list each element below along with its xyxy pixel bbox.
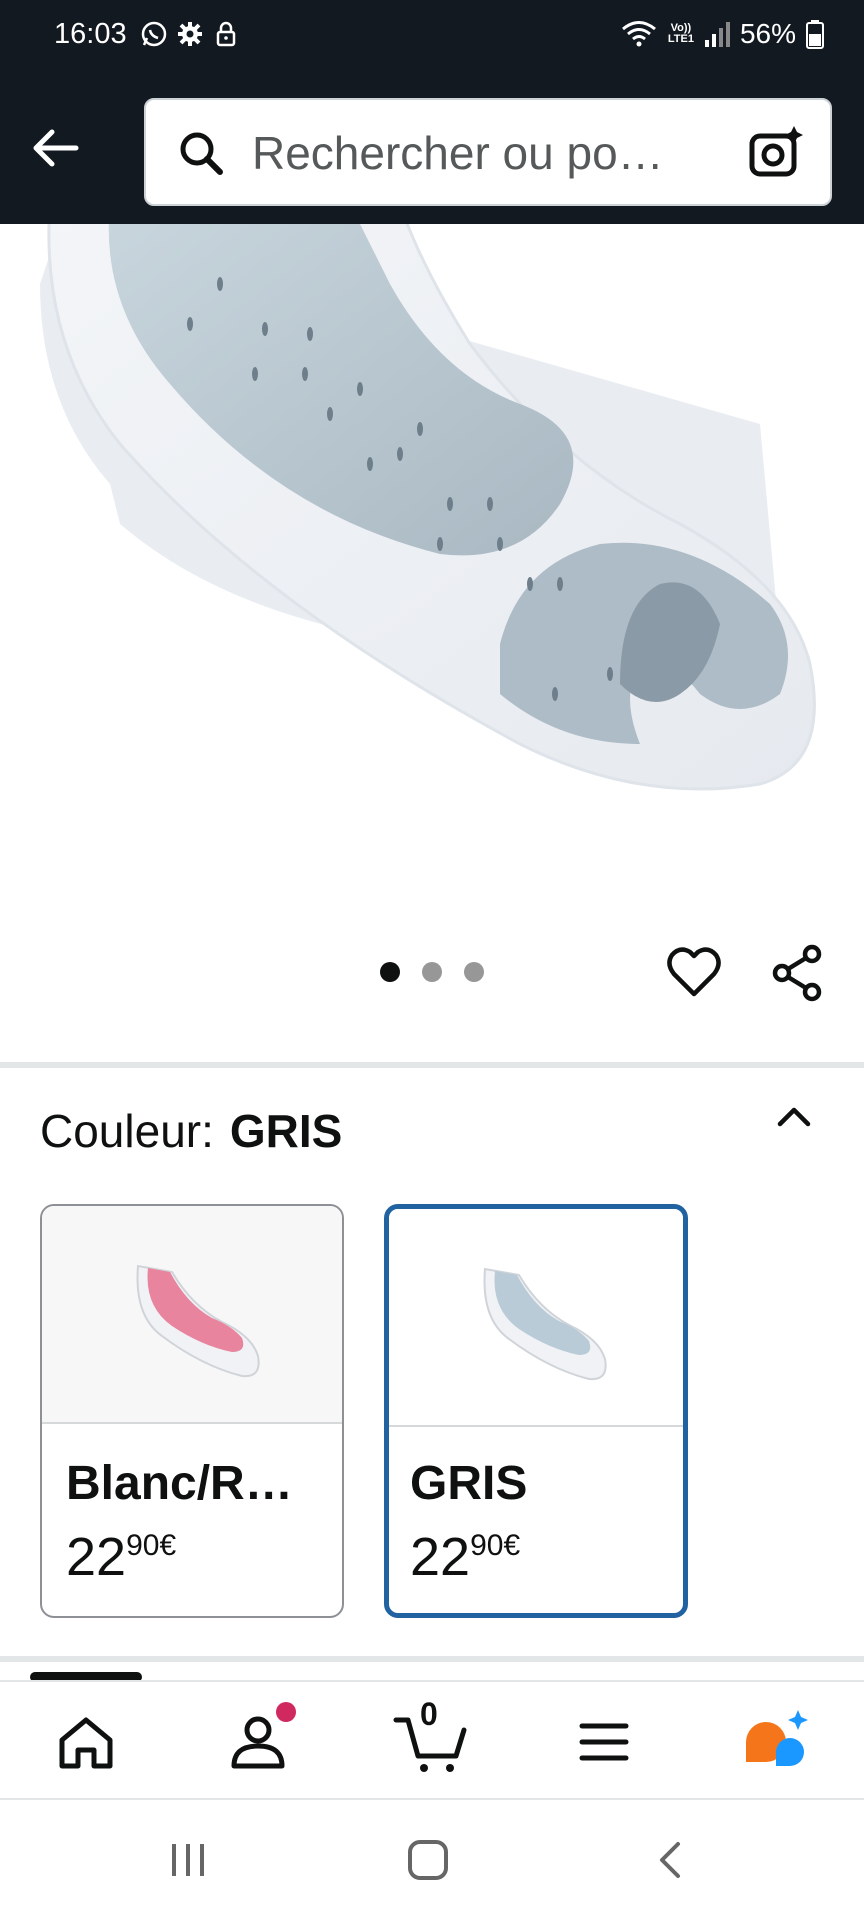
- battery-icon: [806, 20, 824, 49]
- status-bar: 16:03 Vo)) LTE1 56%: [0, 0, 864, 76]
- carousel-dot-3[interactable]: [464, 962, 484, 982]
- color-label-row: Couleur: GRIS: [40, 1104, 342, 1158]
- lte-indicator: Vo)) LTE1: [668, 23, 694, 45]
- recent-apps-icon[interactable]: [166, 1838, 210, 1882]
- system-navigation-bar: [0, 1798, 864, 1920]
- whatsapp-icon: [141, 21, 167, 47]
- home-button-icon[interactable]: [406, 1838, 450, 1882]
- menu-icon[interactable]: [568, 1706, 640, 1778]
- swatch-price: 2290€: [66, 1526, 176, 1588]
- swatch-name: Blanc/R…: [66, 1457, 293, 1510]
- section-divider: [0, 1656, 864, 1662]
- cart-count: 0: [420, 1696, 438, 1732]
- settings-gear-icon: [178, 22, 202, 46]
- search-input[interactable]: Rechercher ou po…: [144, 98, 832, 206]
- swatch-name: GRIS: [410, 1457, 528, 1510]
- bottom-navigation: 0: [0, 1680, 864, 1798]
- status-notification-icons: [140, 20, 240, 48]
- wifi-icon: [621, 21, 656, 47]
- color-swatch-blanc-rose[interactable]: Blanc/R… 2290€: [40, 1204, 344, 1618]
- rufus-assistant-icon[interactable]: [738, 1706, 818, 1778]
- price-whole: 22: [410, 1527, 471, 1587]
- price-cents: 90: [126, 1529, 160, 1562]
- home-icon[interactable]: [50, 1706, 122, 1778]
- carousel-dot-1[interactable]: [380, 962, 400, 982]
- search-placeholder: Rechercher ou po…: [252, 127, 664, 179]
- search-icon: [180, 132, 223, 175]
- heart-icon[interactable]: [666, 944, 722, 1000]
- product-image[interactable]: [0, 224, 864, 864]
- price-cents: 90: [470, 1529, 504, 1562]
- color-label: Couleur:: [40, 1105, 214, 1157]
- swatch-thumbnail: [389, 1209, 683, 1427]
- carousel-dots[interactable]: [380, 962, 484, 982]
- chevron-up-icon[interactable]: [774, 1096, 814, 1136]
- swatch-thumbnail: [42, 1206, 342, 1424]
- share-icon[interactable]: [770, 944, 826, 1002]
- carousel-dot-2[interactable]: [422, 962, 442, 982]
- baby-bath-seat-image: [40, 224, 816, 791]
- price-currency: €: [503, 1529, 521, 1562]
- price-currency: €: [159, 1529, 177, 1562]
- price-whole: 22: [66, 1527, 127, 1587]
- back-button-icon[interactable]: [650, 1838, 694, 1882]
- account-notification-badge: [276, 1702, 296, 1722]
- color-selected-value: GRIS: [229, 1105, 343, 1157]
- status-time: 16:03: [54, 18, 127, 50]
- battery-percent: 56%: [739, 18, 796, 49]
- lte-label: LTE1: [667, 33, 694, 45]
- swatch-pink-seat-image: [136, 1264, 260, 1378]
- camera-lens-icon[interactable]: [748, 124, 804, 180]
- status-right-icons: Vo)) LTE1 56%: [620, 18, 824, 50]
- back-arrow-icon[interactable]: [28, 120, 84, 176]
- lock-icon: [216, 21, 236, 47]
- signal-icon: [704, 22, 730, 47]
- search-header: Rechercher ou po…: [0, 76, 864, 224]
- color-swatch-gris[interactable]: GRIS 2290€: [384, 1204, 688, 1618]
- swatch-price: 2290€: [410, 1526, 520, 1588]
- swatch-grey-seat-image: [483, 1267, 607, 1381]
- section-divider: [0, 1062, 864, 1068]
